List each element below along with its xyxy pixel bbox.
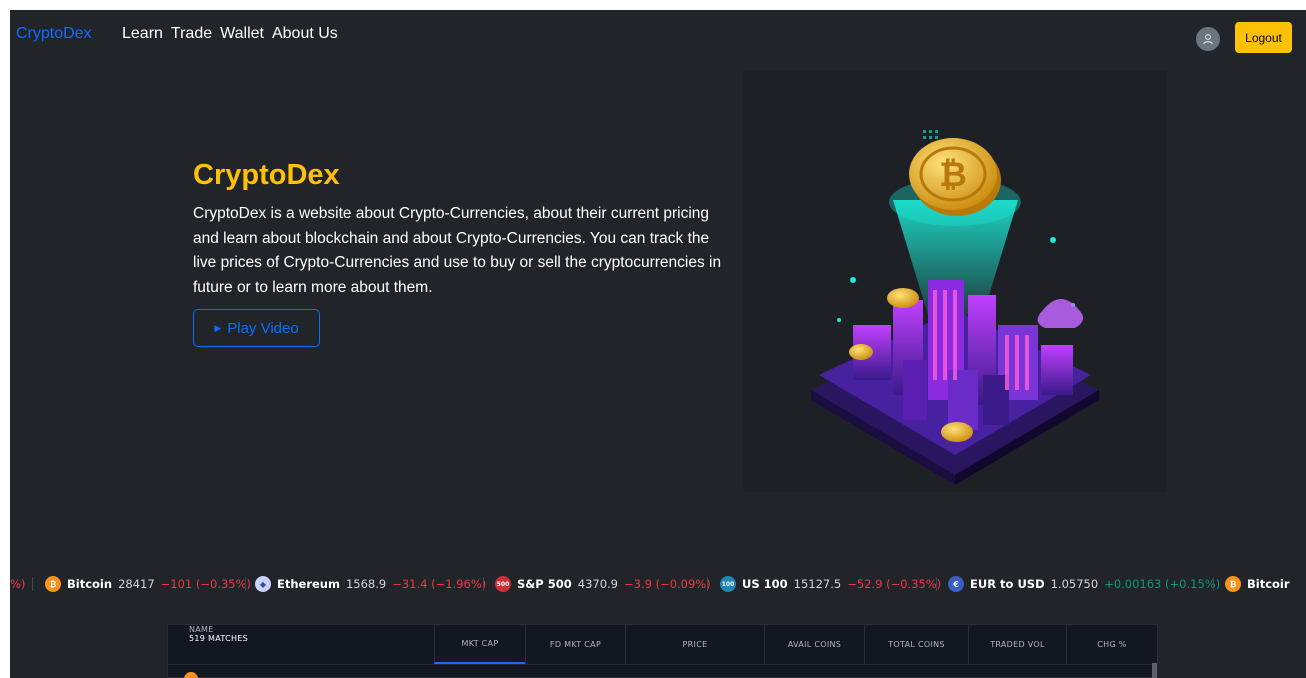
ethereum-icon: ◆ <box>255 576 271 592</box>
match-count: 519 matches <box>189 634 249 643</box>
table-header: Name 519 matches Mkt Cap FD Mkt Cap Pric… <box>168 625 1157 665</box>
ticker-leading-fragment: %) <box>10 577 26 591</box>
column-header-mkt-cap[interactable]: Mkt Cap <box>434 625 525 664</box>
ticker-item-us100[interactable]: 100 US 100 15127.5 −52.9 (−0.35%) <box>720 574 941 594</box>
column-header-total-coins[interactable]: Total Coins <box>864 625 968 664</box>
nav-link-wallet[interactable]: Wallet <box>220 25 264 43</box>
nav-links: Learn Trade Wallet About Us <box>122 25 338 43</box>
window-top-edge <box>0 0 1306 10</box>
play-icon: ▶ <box>214 322 222 333</box>
us100-icon: 100 <box>720 576 736 592</box>
crypto-city-illustration: ₿ <box>743 70 1167 492</box>
sp500-icon: 500 <box>495 576 511 592</box>
ticker-divider <box>707 577 708 591</box>
navbar: CryptoDex Learn Trade Wallet About Us Lo… <box>10 10 1306 60</box>
column-header-traded-vol[interactable]: Traded Vol <box>968 625 1066 664</box>
column-header-chg-pct[interactable]: Chg % <box>1066 625 1157 664</box>
svg-text:₿: ₿ <box>939 155 967 195</box>
column-header-price[interactable]: Price <box>625 625 764 664</box>
play-video-label: Play Video <box>227 319 299 337</box>
crypto-city-graphic: ₿ <box>811 130 1099 485</box>
ticker-divider <box>1213 577 1214 591</box>
hero-title: CryptoDex <box>193 159 340 191</box>
row-coin-icon <box>184 672 198 678</box>
ticker-divider <box>936 577 937 591</box>
bitcoin-icon: ₿ <box>45 576 61 592</box>
column-header-fd-mkt-cap[interactable]: FD Mkt Cap <box>525 625 625 664</box>
user-icon <box>1203 34 1213 45</box>
app-page: CryptoDex Learn Trade Wallet About Us Lo… <box>10 10 1306 678</box>
ticker-divider <box>32 577 33 591</box>
user-avatar[interactable] <box>1196 27 1220 51</box>
eur-usd-icon: € <box>948 576 964 592</box>
ticker-divider <box>245 577 246 591</box>
ticker-item-bitcoin-repeat[interactable]: ₿ Bitcoir <box>1225 574 1290 594</box>
hero-description: CryptoDex is a website about Crypto-Curr… <box>193 205 722 296</box>
window-left-edge <box>0 10 10 678</box>
bitcoin-icon: ₿ <box>1225 576 1241 592</box>
nav-link-trade[interactable]: Trade <box>171 25 212 43</box>
ticker-item-sp500[interactable]: 500 S&P 500 4370.9 −3.9 (−0.09%) <box>495 574 711 594</box>
logout-button[interactable]: Logout <box>1235 22 1292 53</box>
nav-link-learn[interactable]: Learn <box>122 25 163 43</box>
ticker-divider <box>483 577 484 591</box>
price-ticker: %) ₿ Bitcoin 28417 −101 (−0.35%) ◆ Ether… <box>10 570 1306 598</box>
ticker-item-bitcoin[interactable]: ₿ Bitcoin 28417 −101 (−0.35%) <box>45 574 251 594</box>
column-header-avail-coins[interactable]: Avail Coins <box>764 625 864 664</box>
ticker-item-eur-usd[interactable]: € EUR to USD 1.05750 +0.00163 (+0.15%) <box>948 574 1220 594</box>
brand-link[interactable]: CryptoDex <box>16 25 92 43</box>
crypto-market-table: Name 519 matches Mkt Cap FD Mkt Cap Pric… <box>167 624 1158 678</box>
column-header-name[interactable]: Name 519 matches <box>168 625 434 664</box>
nav-link-about-us[interactable]: About Us <box>272 25 338 43</box>
play-video-button[interactable]: ▶ Play Video <box>193 309 320 347</box>
ticker-item-ethereum[interactable]: ◆ Ethereum 1568.9 −31.4 (−1.96%) <box>255 574 486 594</box>
table-scrollbar[interactable] <box>1152 663 1157 678</box>
